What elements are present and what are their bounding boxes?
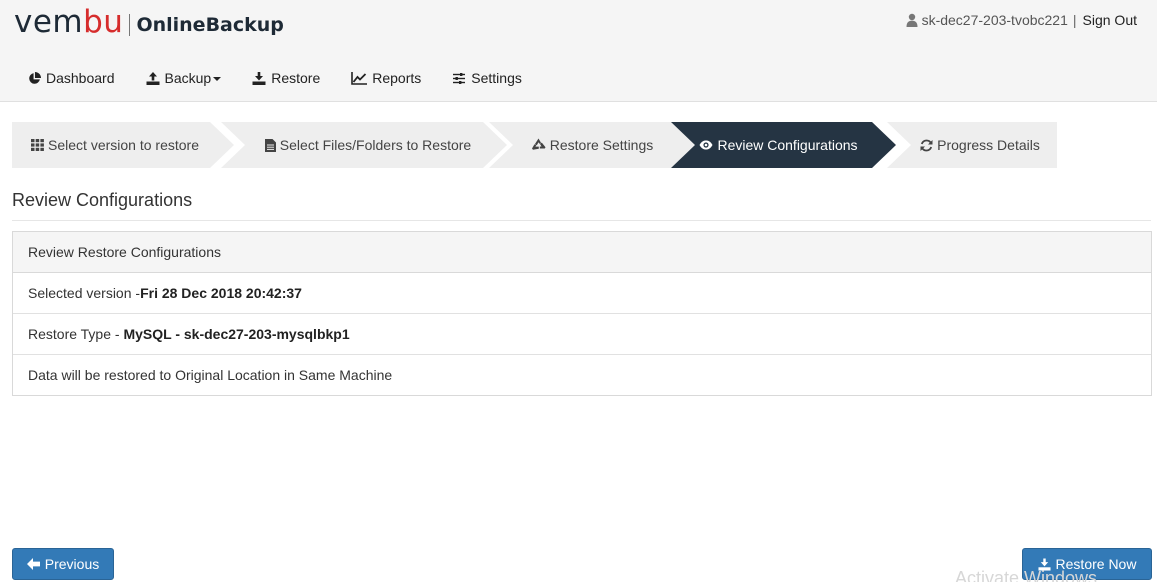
destination-text: Data will be restored to Original Locati… <box>28 367 393 383</box>
previous-button[interactable]: Previous <box>12 548 114 580</box>
grid-icon <box>31 139 44 151</box>
step-label: Restore Settings <box>549 137 654 153</box>
review-panel: Review Restore Configurations Selected v… <box>12 231 1152 396</box>
refresh-icon <box>920 139 933 151</box>
nav-restore[interactable]: Restore <box>252 70 320 86</box>
main-nav: Dashboard Backup Restore Reports Setting… <box>28 70 553 86</box>
selected-version-row: Selected version - Fri 28 Dec 2018 20:42:… <box>13 273 1151 314</box>
activate-windows-watermark: Activate Windows <box>955 568 1098 582</box>
step-label: Progress Details <box>937 137 1040 153</box>
upload-icon <box>146 71 159 85</box>
chevron-down-icon <box>213 77 222 81</box>
sliders-icon <box>453 72 466 84</box>
download-icon <box>252 71 266 85</box>
restore-wizard: Select version to restore Select Files/F… <box>12 122 1057 168</box>
nav-settings[interactable]: Settings <box>452 70 522 86</box>
app-header: vembu OnlineBackup sk-dec27-203-tvobc221… <box>0 0 1157 102</box>
product-name: OnlineBackup <box>136 14 284 36</box>
username: sk-dec27-203-tvobc221 <box>921 12 1068 28</box>
nav-backup-label: Backup <box>164 70 212 86</box>
nav-restore-label: Restore <box>271 70 321 86</box>
user-icon <box>906 13 918 27</box>
recycle-icon <box>531 138 546 150</box>
sign-out-link[interactable]: Sign Out <box>1083 12 1137 28</box>
page-title: Review Configurations <box>12 190 193 210</box>
previous-button-label: Previous <box>44 556 100 572</box>
step-label: Select version to restore <box>48 137 199 153</box>
step-select-version[interactable]: Select version to restore <box>12 122 234 168</box>
restore-type-label: Restore Type - <box>28 326 124 342</box>
step-select-files[interactable]: Select Files/Folders to Restore <box>221 122 507 168</box>
panel-heading: Review Restore Configurations <box>13 232 1151 273</box>
step-label: Select Files/Folders to Restore <box>279 137 472 153</box>
step-progress-details[interactable]: Progress Details <box>887 122 1057 168</box>
selected-version-value: Fri 28 Dec 2018 20:42:37 <box>140 285 302 301</box>
logo-mark: vembu <box>14 4 124 40</box>
arrow-left-icon <box>26 558 40 570</box>
nav-reports-label: Reports <box>372 70 422 86</box>
user-separator: | <box>1072 12 1077 28</box>
title-divider <box>12 220 1151 221</box>
selected-version-label: Selected version - <box>28 285 141 301</box>
step-restore-settings[interactable]: Restore Settings <box>489 122 701 168</box>
file-icon <box>264 138 276 152</box>
user-area: sk-dec27-203-tvobc221 | Sign Out <box>906 12 1137 28</box>
line-chart-icon <box>351 71 368 85</box>
nav-backup[interactable]: Backup <box>146 70 222 86</box>
nav-dashboard[interactable]: Dashboard <box>28 70 115 86</box>
nav-dashboard-label: Dashboard <box>46 70 115 86</box>
vembu-logo[interactable]: vembu OnlineBackup <box>14 4 284 40</box>
restore-type-value: MySQL - sk-dec27-203-mysqlbkp1 <box>123 326 350 342</box>
step-label: Review Configurations <box>717 137 858 153</box>
nav-settings-label: Settings <box>471 70 522 86</box>
pie-chart-icon <box>29 71 41 84</box>
restore-type-row: Restore Type - MySQL - sk-dec27-203-mysq… <box>13 314 1151 355</box>
nav-reports[interactable]: Reports <box>351 70 421 86</box>
step-review-configurations[interactable]: Review Configurations <box>671 122 896 168</box>
logo-separator <box>129 14 131 36</box>
eye-icon <box>699 140 713 150</box>
destination-row: Data will be restored to Original Locati… <box>13 355 1151 395</box>
